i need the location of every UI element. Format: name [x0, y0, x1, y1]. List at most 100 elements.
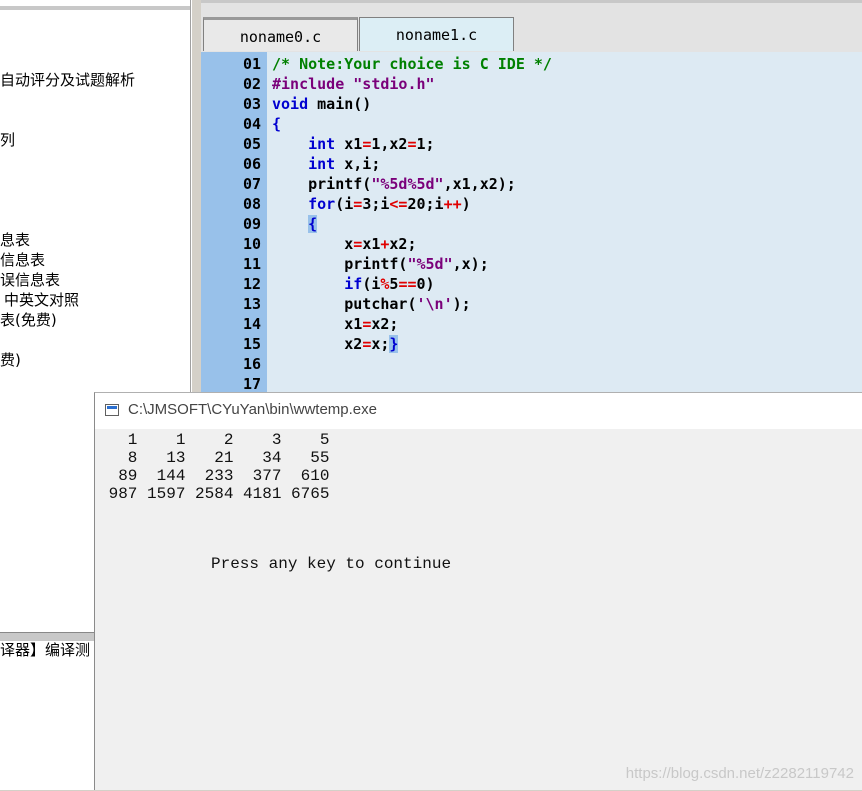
line-number: 15: [242, 335, 261, 353]
code-line: printf("%5d%5d",x1,x2);: [272, 174, 516, 194]
line-number: 05: [242, 135, 261, 153]
output-line: 987 1597 2584 4181 6765: [99, 485, 330, 503]
output-line: 8 13 21 34 55: [99, 449, 330, 467]
tree-item[interactable]: 表(免费): [0, 310, 57, 330]
output-panel-tab[interactable]: 译器】编译测: [0, 640, 90, 660]
code-comment: /* Note:Your choice is C IDE */: [272, 55, 552, 73]
code-operator: ++: [443, 195, 462, 213]
code-text: 3;i: [362, 195, 390, 213]
code-keyword: if: [344, 275, 363, 293]
code-line: #include "stdio.h": [272, 74, 435, 94]
code-operator: =: [353, 235, 363, 253]
line-number: 16: [242, 355, 261, 373]
tree-item[interactable]: 信息表: [0, 250, 45, 270]
code-string: "%5d": [407, 255, 453, 273]
console-window[interactable]: C:\JMSOFT\CYuYan\bin\wwtemp.exe 1 1 2 3 …: [94, 392, 862, 790]
code-line: printf("%5d",x);: [272, 254, 489, 274]
line-number-gutter: 01 02 03 04 05 06 07 08 09 10 11 12 13 1…: [201, 52, 267, 393]
code-keyword: int: [308, 155, 336, 173]
watermark: https://blog.csdn.net/z2282119742: [625, 765, 854, 782]
line-number: 07: [242, 175, 261, 193]
code-operator: <=: [389, 195, 408, 213]
code-text: x;: [371, 335, 390, 353]
line-number: 17: [242, 375, 261, 393]
tree-item[interactable]: 误信息表: [0, 270, 60, 290]
code-text: ,x);: [452, 255, 489, 273]
tab-noname0[interactable]: noname0.c: [203, 17, 358, 51]
line-number: 01: [242, 55, 261, 73]
console-titlebar[interactable]: C:\JMSOFT\CYuYan\bin\wwtemp.exe: [95, 393, 862, 429]
code-line: /* Note:Your choice is C IDE */: [272, 54, 552, 74]
code-text: x1: [335, 135, 363, 153]
line-number: 02: [242, 75, 261, 93]
code-line: x2=x;}: [272, 334, 399, 354]
code-line: for(i=3;i<=20;i++): [272, 194, 471, 214]
console-title: C:\JMSOFT\CYuYan\bin\wwtemp.exe: [128, 401, 377, 418]
code-line: void main(): [272, 94, 371, 114]
tab-noname1[interactable]: noname1.c: [359, 17, 514, 51]
code-text: 1,x2: [371, 135, 408, 153]
code-text: x2: [272, 335, 363, 353]
code-text: printf(: [272, 255, 408, 273]
code-line: int x1=1,x2=1;: [272, 134, 435, 154]
code-operator: ==: [398, 275, 417, 293]
line-number: 10: [242, 235, 261, 253]
code-brace-highlighted: {: [308, 215, 318, 233]
code-text: ,x1,x2);: [443, 175, 516, 193]
tree-item[interactable]: 中英文对照: [4, 290, 79, 310]
line-number: 04: [242, 115, 261, 133]
code-text: 1;: [416, 135, 435, 153]
code-line: {: [272, 114, 281, 134]
code-text-area[interactable]: 01 02 03 04 05 06 07 08 09 10 11 12 13 1…: [201, 52, 862, 393]
line-number: 03: [242, 95, 261, 113]
code-keyword: for: [308, 195, 336, 213]
code-text: x2;: [389, 235, 417, 253]
code-line: {: [272, 214, 318, 234]
code-text: (i: [335, 195, 354, 213]
panel-header-rule: [0, 6, 190, 10]
code-text: x1: [362, 235, 381, 253]
code-operator: =: [407, 135, 417, 153]
output-line: 1 1 2 3 5: [99, 431, 330, 449]
code-keyword: void: [272, 95, 309, 113]
code-text: x,i;: [335, 155, 381, 173]
code-text: putchar(: [272, 295, 417, 313]
console-app-icon: [105, 404, 119, 416]
code-text: x1: [272, 315, 363, 333]
code-keyword: int: [308, 135, 336, 153]
console-output-area[interactable]: 1 1 2 3 5 8 13 21 34 55 89 144 233 377 6…: [95, 429, 862, 791]
code-text: (i: [362, 275, 381, 293]
code-directive: #include: [272, 75, 354, 93]
press-any-key-message: Press any key to continue: [211, 555, 452, 573]
tree-item[interactable]: 列: [0, 130, 15, 150]
code-text: x2;: [371, 315, 399, 333]
code-text: main(): [308, 95, 372, 113]
code-line: if(i%5==0): [272, 274, 435, 294]
code-text: 20;i: [407, 195, 444, 213]
code-text: 0): [416, 275, 435, 293]
code-string: "%5d%5d": [371, 175, 444, 193]
code-line: x=x1+x2;: [272, 234, 417, 254]
code-operator: =: [362, 335, 372, 353]
code-line: x1=x2;: [272, 314, 398, 334]
editor-tab-bar: noname0.c noname1.c: [201, 0, 862, 55]
code-brace: {: [272, 115, 282, 133]
line-number: 11: [242, 255, 261, 273]
code-brace-highlighted: }: [389, 335, 399, 353]
code-text: x: [272, 235, 354, 253]
code-editor: noname0.c noname1.c 01 02 03 04 05 06 07…: [201, 0, 862, 393]
line-number: 09: [242, 215, 261, 233]
code-string: "stdio.h": [353, 75, 435, 93]
code-operator: =: [353, 195, 363, 213]
code-line: putchar('\n');: [272, 294, 470, 314]
tree-item[interactable]: 费): [0, 350, 21, 370]
tree-item[interactable]: 息表: [0, 230, 30, 250]
tree-item[interactable]: 自动评分及试题解析: [0, 70, 135, 90]
code-text: ): [461, 195, 471, 213]
line-number: 13: [242, 295, 261, 313]
code-string: '\n': [416, 295, 453, 313]
